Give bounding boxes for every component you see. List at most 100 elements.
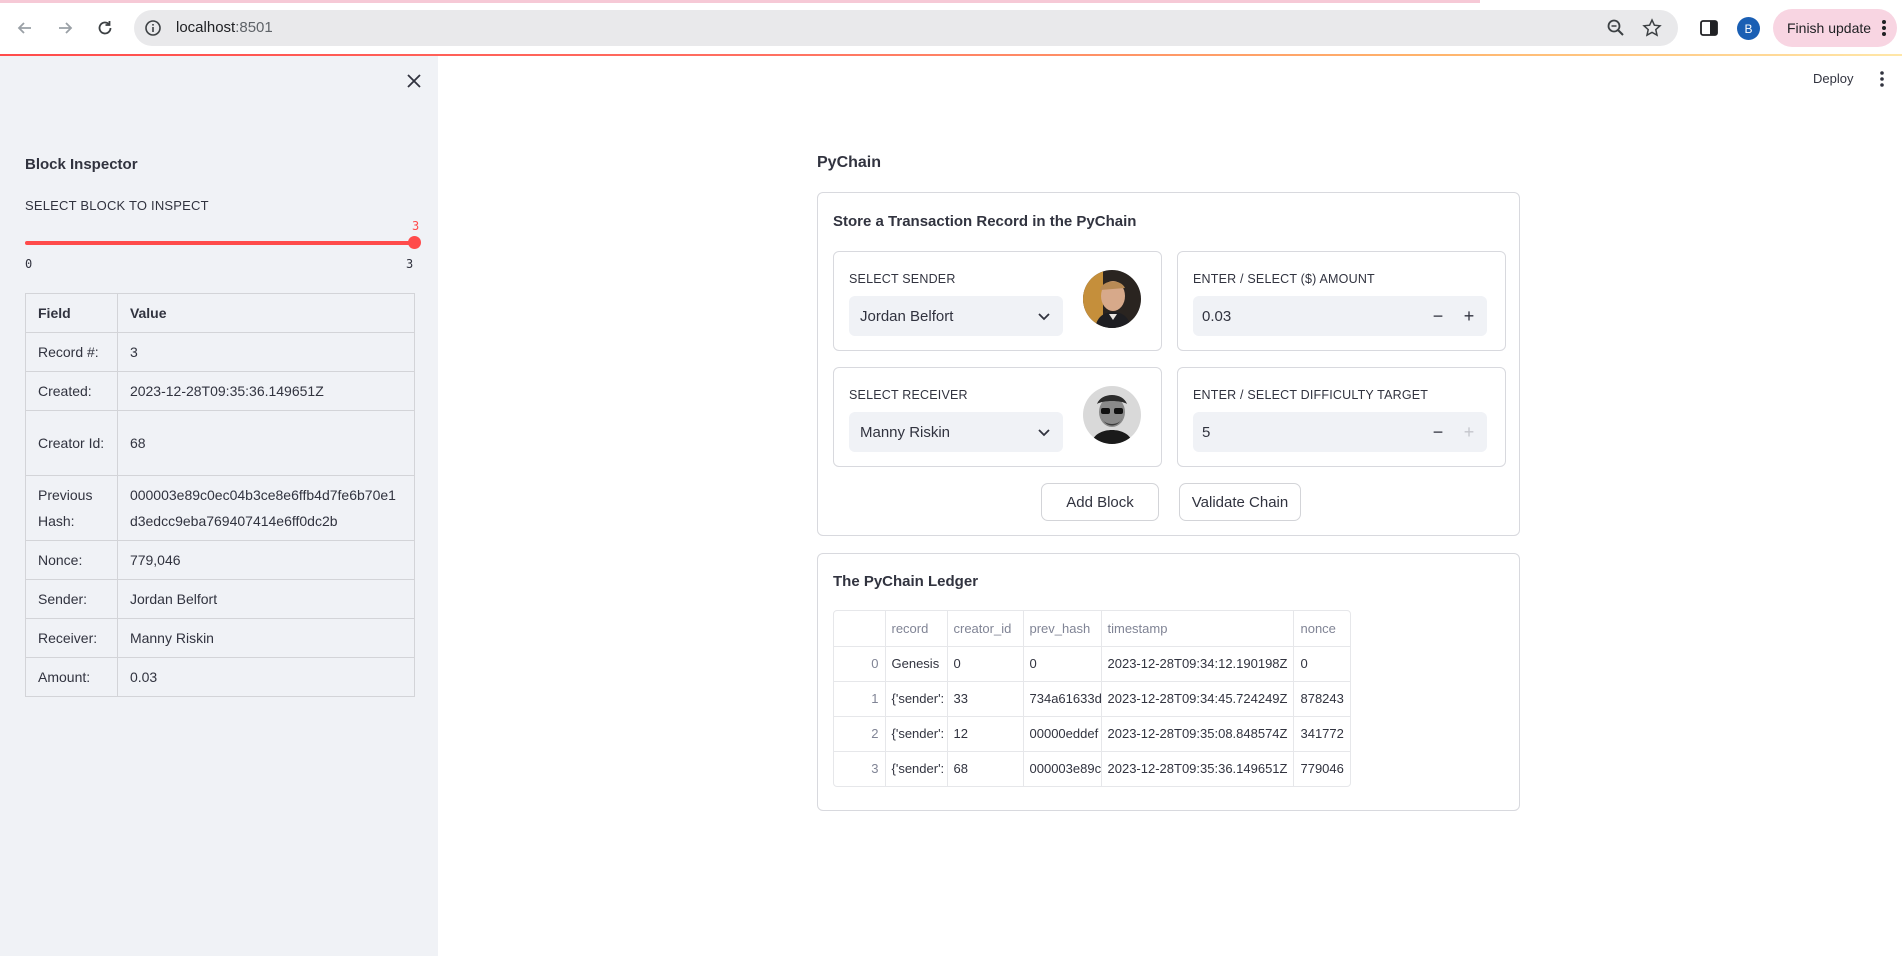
cell-record[interactable]: {'sender': <box>885 751 948 786</box>
table-row: Record #: 3 <box>25 332 416 372</box>
reload-button[interactable] <box>91 14 119 42</box>
slider-current-value: 3 <box>412 219 420 233</box>
receiver-panel: SELECT RECEIVER Manny Riskin <box>833 367 1162 467</box>
cell-nonce[interactable]: 341772 <box>1293 716 1350 752</box>
zoom-icon[interactable] <box>1606 18 1626 38</box>
difficulty-increment-button[interactable]: + <box>1454 412 1484 452</box>
cell-timestamp[interactable]: 2023-12-28T09:35:08.848574Z <box>1101 716 1295 752</box>
field-name: Record #: <box>25 332 118 372</box>
field-value: 0.03 <box>116 657 416 697</box>
browser-toolbar: localhost:8501 B Finish update <box>0 0 1902 56</box>
field-name: Creator Id: <box>25 410 118 476</box>
row-index: 3 <box>834 751 886 786</box>
receiver-select[interactable]: Manny Riskin <box>849 412 1063 452</box>
back-button[interactable] <box>11 14 39 42</box>
table-header-row: record creator_id prev_hash timestamp no… <box>834 611 1350 647</box>
field-name: Nonce: <box>25 540 118 580</box>
slider-thumb[interactable] <box>408 236 421 249</box>
profile-avatar[interactable]: B <box>1737 17 1760 40</box>
slider-min-label: 0 <box>25 257 33 271</box>
cell-timestamp[interactable]: 2023-12-28T09:35:36.149651Z <box>1101 751 1295 786</box>
more-vertical-icon <box>1882 20 1886 36</box>
table-row: Sender: Jordan Belfort <box>25 579 416 619</box>
cell-nonce[interactable]: 878243 <box>1293 681 1350 717</box>
sender-value: Jordan Belfort <box>860 307 954 325</box>
field-value: Manny Riskin <box>116 618 416 658</box>
cell-creator-id[interactable]: 12 <box>947 716 1024 752</box>
cell-nonce[interactable]: 779046 <box>1294 751 1350 786</box>
arrow-left-icon <box>17 22 31 34</box>
cell-timestamp[interactable]: 2023-12-28T09:34:45.724249Z <box>1101 681 1295 717</box>
forward-button[interactable] <box>51 14 79 42</box>
field-name: Sender: <box>25 579 118 619</box>
close-icon[interactable] <box>404 71 424 91</box>
column-header[interactable] <box>834 611 886 647</box>
chevron-down-icon <box>1038 313 1050 321</box>
cell-creator-id[interactable]: 0 <box>947 646 1024 682</box>
table-row[interactable]: 2 {'sender': 12 00000eddef 2023-12-28T09… <box>834 716 1350 752</box>
finish-update-label: Finish update <box>1787 20 1872 36</box>
field-name: Created: <box>25 371 118 411</box>
cell-nonce[interactable]: 0 <box>1293 646 1350 682</box>
amount-input[interactable]: 0.03 − + <box>1193 296 1487 336</box>
side-panel-icon[interactable] <box>1699 18 1719 38</box>
cell-record[interactable]: Genesis <box>885 646 948 682</box>
page-title: PyChain <box>817 154 882 171</box>
cell-creator-id[interactable]: 33 <box>947 681 1024 717</box>
slider-label: SELECT BLOCK TO INSPECT <box>25 198 209 213</box>
table-row[interactable]: 0 Genesis 0 0 2023-12-28T09:34:12.190198… <box>834 646 1350 682</box>
sender-select[interactable]: Jordan Belfort <box>849 296 1063 336</box>
cell-timestamp[interactable]: 2023-12-28T09:34:12.190198Z <box>1101 646 1295 682</box>
ledger-dataframe[interactable]: record creator_id prev_hash timestamp no… <box>833 610 1351 787</box>
sender-panel: SELECT SENDER Jordan Belfort <box>833 251 1162 351</box>
difficulty-panel: ENTER / SELECT DIFFICULTY TARGET 5 − + <box>1177 367 1506 467</box>
column-header[interactable]: nonce <box>1293 611 1350 647</box>
sender-avatar <box>1083 270 1141 328</box>
block-inspector-table: Field Value Record #: 3 Created: 2023-12… <box>25 293 416 697</box>
table-row: Receiver: Manny Riskin <box>25 618 416 658</box>
table-row[interactable]: 1 {'sender': 33 734a61633d 2023-12-28T09… <box>834 681 1350 717</box>
field-name: Receiver: <box>25 618 118 658</box>
amount-label: ENTER / SELECT ($) AMOUNT <box>1193 272 1375 286</box>
difficulty-decrement-button[interactable]: − <box>1423 412 1453 452</box>
table-row: Created: 2023-12-28T09:35:36.149651Z <box>25 371 416 411</box>
address-bar[interactable]: localhost:8501 <box>134 10 1678 46</box>
amount-increment-button[interactable]: + <box>1454 296 1484 336</box>
sidebar-title: Block Inspector <box>25 156 138 173</box>
row-index: 1 <box>834 681 886 717</box>
column-header[interactable]: prev_hash <box>1023 611 1102 647</box>
column-header[interactable]: record <box>885 611 948 647</box>
table-row[interactable]: 3 {'sender': 68 000003e89c 2023-12-28T09… <box>834 751 1350 786</box>
cell-prev-hash[interactable]: 0 <box>1023 646 1102 682</box>
difficulty-label: ENTER / SELECT DIFFICULTY TARGET <box>1193 388 1429 402</box>
cell-record[interactable]: {'sender': <box>885 681 948 717</box>
difficulty-input[interactable]: 5 − + <box>1193 412 1487 452</box>
row-index: 0 <box>834 646 886 682</box>
slider-max-label: 3 <box>406 257 414 271</box>
star-icon[interactable] <box>1642 18 1662 38</box>
receiver-avatar <box>1083 386 1141 444</box>
slider-track[interactable] <box>25 241 415 245</box>
main-menu-icon[interactable] <box>1874 70 1890 88</box>
url-text[interactable]: localhost:8501 <box>176 19 273 36</box>
column-header[interactable]: timestamp <box>1101 611 1295 647</box>
field-value: 779,046 <box>116 540 416 580</box>
table-row: Previous Hash: 000003e89c0ec04b3ce8e6ffb… <box>25 475 416 541</box>
cell-prev-hash[interactable]: 00000eddef <box>1023 716 1102 752</box>
info-icon[interactable] <box>144 19 162 37</box>
add-block-button[interactable]: Add Block <box>1041 483 1159 521</box>
field-value: 000003e89c0ec04b3ce8e6ffb4d7fe6b70e1d3ed… <box>116 475 416 541</box>
person-photo-icon <box>1083 386 1141 444</box>
finish-update-button[interactable]: Finish update <box>1773 9 1897 47</box>
column-header[interactable]: creator_id <box>947 611 1024 647</box>
form-title: Store a Transaction Record in the PyChai… <box>833 213 1137 230</box>
validate-chain-button[interactable]: Validate Chain <box>1179 483 1301 521</box>
cell-creator-id[interactable]: 68 <box>947 751 1024 786</box>
amount-decrement-button[interactable]: − <box>1423 296 1453 336</box>
cell-record[interactable]: {'sender': <box>885 716 948 752</box>
row-index: 2 <box>834 716 886 752</box>
field-value: 2023-12-28T09:35:36.149651Z <box>116 371 416 411</box>
deploy-button[interactable]: Deploy <box>1813 71 1853 86</box>
cell-prev-hash[interactable]: 734a61633d <box>1023 681 1102 717</box>
cell-prev-hash[interactable]: 000003e89c <box>1023 751 1102 786</box>
